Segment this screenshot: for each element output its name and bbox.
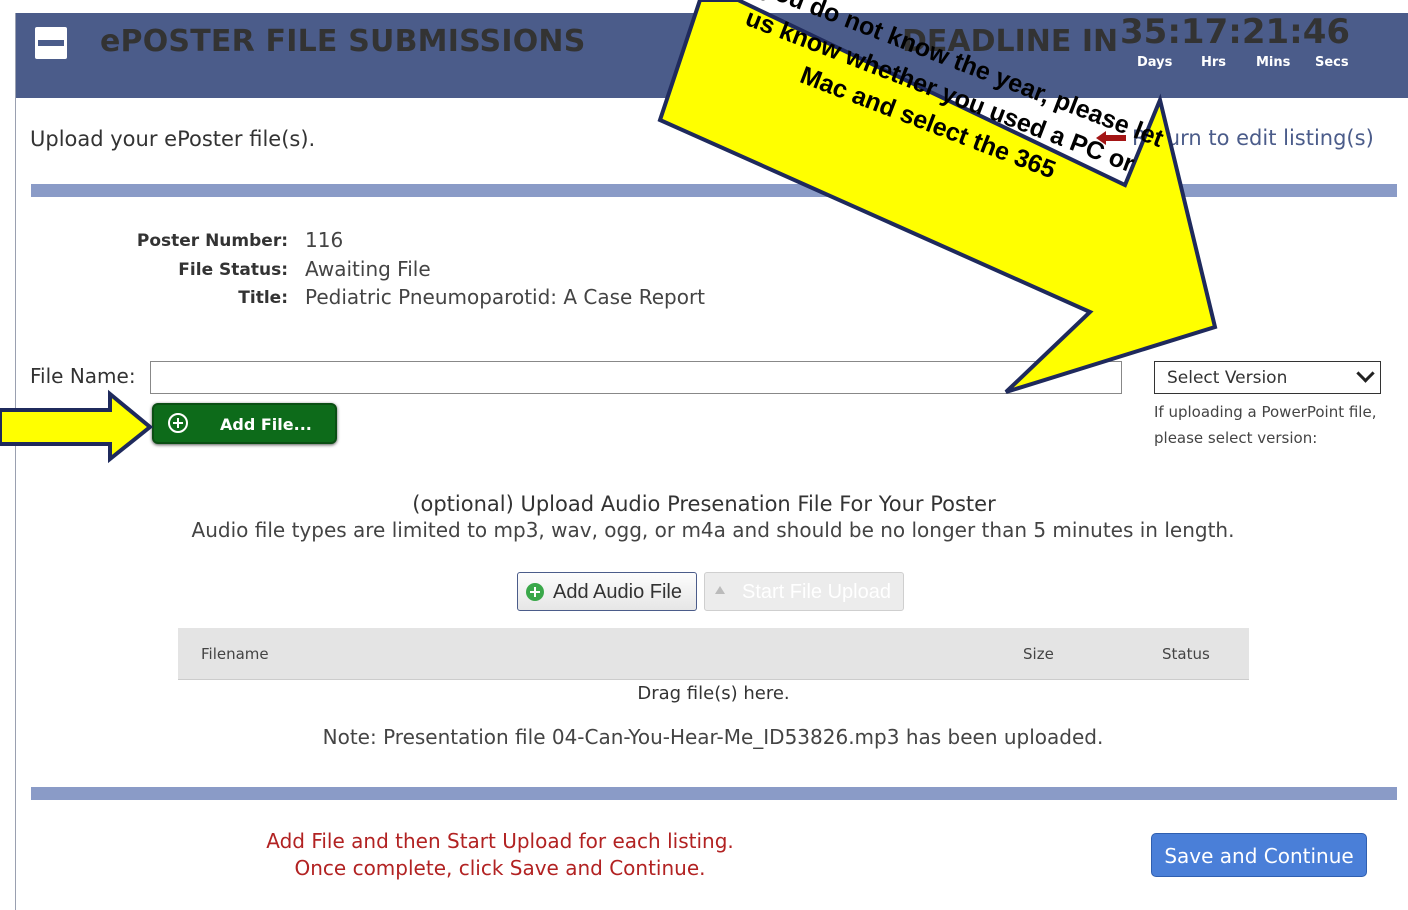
- annotation-overlay: [0, 0, 1218, 464]
- add-file-pointer-arrow: [0, 389, 154, 464]
